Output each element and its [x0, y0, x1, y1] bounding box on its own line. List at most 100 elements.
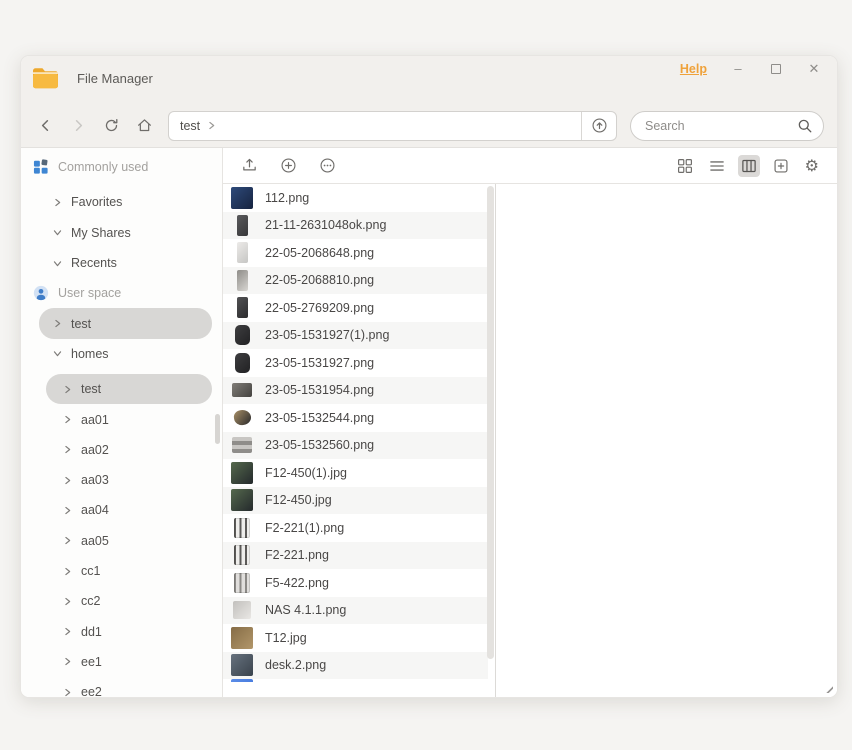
- sidebar-item-label: cc2: [81, 594, 100, 608]
- file-row[interactable]: 23-05-1532544.png: [223, 404, 488, 432]
- new-window-button[interactable]: [770, 155, 792, 177]
- chevron-right-icon: [63, 627, 72, 636]
- home-button[interactable]: [133, 115, 155, 137]
- sidebar-item-favorites[interactable]: Favorites: [39, 187, 212, 217]
- sidebar-item-test[interactable]: test: [39, 308, 212, 338]
- forward-button[interactable]: [67, 115, 89, 137]
- app-identity: File Manager: [31, 66, 153, 91]
- file-row[interactable]: 22-05-2068810.png: [223, 267, 488, 295]
- file-thumbnail: [231, 379, 253, 401]
- sidebar-item-recents[interactable]: Recents: [39, 248, 212, 278]
- refresh-button[interactable]: [100, 115, 122, 137]
- file-list-scrollbar-thumb[interactable]: [487, 186, 494, 659]
- sidebar-item-cc2[interactable]: cc2: [46, 586, 212, 616]
- toolbar-left-group: [238, 154, 339, 177]
- back-button[interactable]: [34, 115, 56, 137]
- grid-view-button[interactable]: [674, 155, 696, 177]
- file-thumbnail: [231, 269, 253, 291]
- file-row[interactable]: F2-221(1).png: [223, 514, 488, 542]
- settings-button[interactable]: ⚙︎: [802, 155, 822, 177]
- file-row[interactable]: F2-221.png: [223, 542, 488, 570]
- content-area: Commonly used Favorites My Shares Recents Us…: [21, 148, 837, 697]
- file-name: F2-221(1).png: [265, 521, 344, 535]
- close-button[interactable]: ✕: [807, 62, 821, 76]
- sidebar-section-label: Commonly used: [58, 160, 148, 174]
- breadcrumb[interactable]: test: [169, 112, 581, 140]
- sidebar-item-label: My Shares: [71, 226, 131, 240]
- file-row[interactable]: 23-05-1532560.png: [223, 432, 488, 460]
- sidebar-section-header: User space: [21, 278, 222, 308]
- chevron-right-icon: [63, 506, 72, 515]
- search-box[interactable]: [630, 111, 824, 141]
- sidebar-item-aa05[interactable]: aa05: [46, 526, 212, 556]
- sidebar-item-label: test: [81, 382, 101, 396]
- file-row[interactable]: 23-05-1531954.png: [223, 377, 488, 405]
- sidebar-item-aa02[interactable]: aa02: [46, 435, 212, 465]
- upload-button[interactable]: [238, 154, 261, 177]
- add-button[interactable]: [277, 154, 300, 177]
- file-row[interactable]: 112.png: [223, 184, 488, 212]
- file-thumbnail: [231, 434, 253, 456]
- chevron-right-icon: [63, 567, 72, 576]
- file-thumbnail: [231, 517, 253, 539]
- file-row[interactable]: 22-05-2068648.png: [223, 239, 488, 267]
- file-row[interactable]: T12.jpg: [223, 624, 488, 652]
- sidebar-item-ee2[interactable]: ee2: [46, 677, 212, 697]
- sidebar-item-aa04[interactable]: aa04: [46, 495, 212, 525]
- file-row[interactable]: 22-05-2769209.png: [223, 294, 488, 322]
- sidebar-item-label: cc1: [81, 564, 100, 578]
- file-row[interactable]: F12-450.jpg: [223, 487, 488, 515]
- column-view-button[interactable]: [738, 155, 760, 177]
- file-row[interactable]: 23-05-1531927.png: [223, 349, 488, 377]
- chevron-right-icon: [63, 476, 72, 485]
- sidebar-item-label: Recents: [71, 256, 117, 270]
- preview-pane: [496, 184, 837, 697]
- help-link[interactable]: Help: [680, 62, 707, 76]
- file-row[interactable]: desk.2.png: [223, 652, 488, 680]
- chevron-right-icon: [53, 198, 62, 207]
- file-name: NAS 4.1.1.png: [265, 603, 346, 617]
- file-row[interactable]: [223, 679, 488, 682]
- list-view-button[interactable]: [706, 155, 728, 177]
- sidebar-item-dd1[interactable]: dd1: [46, 616, 212, 646]
- file-row[interactable]: 23-05-1531927(1).png: [223, 322, 488, 350]
- file-name: 23-05-1531927(1).png: [265, 328, 389, 342]
- title-bar: File Manager Help – ✕: [21, 56, 837, 104]
- sidebar-item-test[interactable]: test: [46, 374, 212, 404]
- sidebar-item-my-shares[interactable]: My Shares: [39, 218, 212, 248]
- file-name: 22-05-2068810.png: [265, 273, 374, 287]
- sidebar-item-label: aa04: [81, 503, 109, 517]
- maximize-button[interactable]: [769, 62, 783, 76]
- minimize-button[interactable]: –: [731, 62, 745, 76]
- sidebar-item-label: aa05: [81, 534, 109, 548]
- file-name: 23-05-1532544.png: [265, 411, 374, 425]
- file-row[interactable]: F12-450(1).jpg: [223, 459, 488, 487]
- sidebar-item-homes[interactable]: homes: [39, 339, 212, 369]
- window-controls: Help – ✕: [680, 62, 821, 76]
- file-thumbnail: [231, 214, 253, 236]
- file-thumbnail: [231, 187, 253, 209]
- search-input[interactable]: [643, 118, 793, 134]
- folder-logo-icon: [31, 66, 60, 91]
- file-row[interactable]: 21-11-2631048ok.png: [223, 212, 488, 240]
- sidebar-item-ee1[interactable]: ee1: [46, 647, 212, 677]
- more-button[interactable]: [316, 154, 339, 177]
- sidebar-item-cc1[interactable]: cc1: [46, 556, 212, 586]
- breadcrumb-segment[interactable]: test: [180, 119, 200, 133]
- sidebar-item-aa03[interactable]: aa03: [46, 465, 212, 495]
- file-row[interactable]: NAS 4.1.1.png: [223, 597, 488, 625]
- sidebar-section-label: User space: [58, 286, 121, 300]
- sidebar-item-label: test: [71, 317, 91, 331]
- file-name: 112.png: [265, 191, 309, 205]
- file-row[interactable]: F5-422.png: [223, 569, 488, 597]
- file-thumbnail: [231, 627, 253, 649]
- file-name: T12.jpg: [265, 631, 307, 645]
- file-name: 22-05-2769209.png: [265, 301, 374, 315]
- settings-icon: ⚙︎: [805, 158, 819, 174]
- go-up-button[interactable]: [581, 112, 616, 140]
- maximize-icon: [771, 64, 781, 74]
- sidebar-item-aa01[interactable]: aa01: [46, 404, 212, 434]
- file-thumbnail: [231, 352, 253, 374]
- file-thumbnail: [231, 572, 253, 594]
- sidebar-scrollbar-thumb[interactable]: [215, 414, 220, 444]
